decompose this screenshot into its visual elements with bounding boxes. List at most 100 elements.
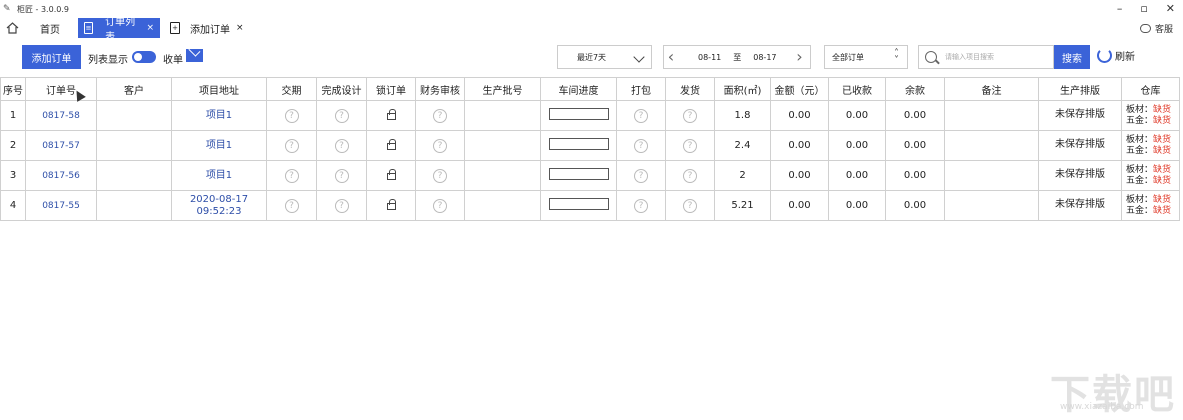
search-button[interactable]: 搜索 xyxy=(1054,45,1090,69)
question-mark-icon[interactable]: ? xyxy=(683,138,697,153)
unlock-icon[interactable] xyxy=(386,168,396,180)
search-input[interactable] xyxy=(945,53,1045,61)
table-row[interactable]: 2 0817-57 项目1 ? ? ? ? ? 2.4 0.00 0.00 0.… xyxy=(0,130,1180,161)
question-mark-icon[interactable]: ? xyxy=(683,168,697,183)
date-range-select[interactable]: 最近7天 xyxy=(557,45,652,69)
batch-number-cell xyxy=(464,160,541,191)
tab-close-icon[interactable]: × xyxy=(236,23,244,33)
shipping-status-cell: ? xyxy=(665,100,715,131)
customer-service-link[interactable]: 客服 xyxy=(1139,22,1173,35)
project-address-cell[interactable]: 项目1 xyxy=(171,100,267,131)
question-mark-icon[interactable]: ? xyxy=(634,198,648,213)
question-mark-icon[interactable]: ? xyxy=(334,138,349,153)
unlock-icon[interactable] xyxy=(386,108,396,120)
column-header[interactable]: 客户 xyxy=(96,77,172,101)
tab-close-icon[interactable]: × xyxy=(146,23,154,33)
tab-add-order[interactable]: + 添加订单 × xyxy=(164,18,250,38)
question-mark-icon[interactable]: ? xyxy=(433,198,447,213)
question-mark-icon[interactable]: ? xyxy=(433,108,447,123)
unlock-icon[interactable] xyxy=(386,138,396,150)
question-mark-icon[interactable]: ? xyxy=(634,168,648,183)
prev-date-icon[interactable]: ‹ xyxy=(664,47,678,67)
warehouse-hardware-status[interactable]: 缺货 xyxy=(1153,146,1171,156)
warehouse-board-status[interactable]: 缺货 xyxy=(1153,105,1171,115)
column-header[interactable]: 备注 xyxy=(944,77,1039,101)
column-header[interactable]: 交期 xyxy=(266,77,317,101)
table-row[interactable]: 1 0817-58 项目1 ? ? ? ? ? 1.8 0.00 0.00 0.… xyxy=(0,100,1180,131)
column-header[interactable]: 面积(㎡) xyxy=(714,77,771,101)
warehouse-hardware-status[interactable]: 缺货 xyxy=(1153,206,1171,216)
warehouse-hardware-status[interactable]: 缺货 xyxy=(1153,116,1171,126)
question-mark-icon[interactable]: ? xyxy=(334,198,349,213)
table-row[interactable]: 3 0817-56 项目1 ? ? ? ? ? 2 0.00 0.00 0.00… xyxy=(0,160,1180,191)
column-header[interactable]: 完成设计 xyxy=(316,77,367,101)
column-header[interactable]: 已收款 xyxy=(828,77,886,101)
date-range-picker[interactable]: ‹ 08-11 至 08-17 › xyxy=(663,45,811,69)
list-mode-toggle[interactable] xyxy=(132,51,156,63)
column-header[interactable]: 仓库 xyxy=(1121,77,1180,101)
column-header[interactable]: 打包 xyxy=(616,77,666,101)
question-mark-icon[interactable]: ? xyxy=(284,198,299,213)
warehouse-board-status[interactable]: 缺货 xyxy=(1153,195,1171,205)
question-mark-icon[interactable]: ? xyxy=(334,168,349,183)
question-mark-icon[interactable]: ? xyxy=(634,138,648,153)
column-header[interactable]: 车间进度 xyxy=(540,77,617,101)
order-number-link[interactable]: 0817-57 xyxy=(25,130,97,161)
project-address-cell[interactable]: 项目1 xyxy=(171,130,267,161)
date-from[interactable]: 08-11 xyxy=(698,53,721,62)
order-filter-select[interactable]: 全部订单 ˄ ˅ xyxy=(824,45,908,69)
design-status-cell: ? xyxy=(316,100,367,131)
home-icon[interactable] xyxy=(4,21,20,35)
question-mark-icon[interactable]: ? xyxy=(683,198,697,213)
minimize-button[interactable]: – xyxy=(1117,2,1123,15)
unlock-icon[interactable] xyxy=(386,198,396,210)
warehouse-board-status[interactable]: 缺货 xyxy=(1153,165,1171,175)
date-to[interactable]: 08-17 xyxy=(753,53,776,62)
project-address-cell[interactable]: 2020-08-17 09:52:23 xyxy=(171,190,267,221)
column-header[interactable]: 订单号 xyxy=(25,77,97,101)
mail-icon[interactable] xyxy=(186,49,203,62)
question-mark-icon[interactable]: ? xyxy=(334,108,349,123)
column-header[interactable]: 余款 xyxy=(885,77,945,101)
order-number-link[interactable]: 0817-56 xyxy=(25,160,97,191)
tab-order-list[interactable]: ≡ 订单列表 × xyxy=(78,17,160,43)
column-header[interactable]: 生产批号 xyxy=(464,77,541,101)
project-address-link[interactable]: 项目1 xyxy=(172,170,266,182)
project-address-link[interactable]: 项目1 xyxy=(172,110,266,122)
column-header[interactable]: 生产排版 xyxy=(1038,77,1122,101)
order-number-link[interactable]: 0817-55 xyxy=(25,190,97,221)
tab-home[interactable]: 首页 xyxy=(30,18,70,38)
production-schedule-cell[interactable]: 未保存排版 xyxy=(1038,160,1122,191)
project-address-link[interactable]: 项目1 xyxy=(172,140,266,152)
add-order-button[interactable]: 添加订单 xyxy=(22,45,81,69)
warehouse-hardware-status[interactable]: 缺货 xyxy=(1153,176,1171,186)
question-mark-icon[interactable]: ? xyxy=(634,108,648,123)
project-address-cell[interactable]: 项目1 xyxy=(171,160,267,191)
question-mark-icon[interactable]: ? xyxy=(284,108,299,123)
order-number-link[interactable]: 0817-58 xyxy=(25,100,97,131)
production-schedule-cell[interactable]: 未保存排版 xyxy=(1038,100,1122,131)
column-header[interactable]: 锁订单 xyxy=(366,77,416,101)
customer-cell xyxy=(96,100,172,131)
column-header[interactable]: 序号 xyxy=(0,77,26,101)
close-window-button[interactable]: ✕ xyxy=(1166,2,1175,15)
question-mark-icon[interactable]: ? xyxy=(433,138,447,153)
search-box[interactable] xyxy=(918,45,1054,69)
list-mode-label: 列表显示 xyxy=(88,55,128,66)
maximize-button[interactable]: ▫ xyxy=(1140,2,1147,15)
production-schedule-cell[interactable]: 未保存排版 xyxy=(1038,190,1122,221)
column-header[interactable]: 金额（元） xyxy=(770,77,829,101)
column-header[interactable]: 项目地址 xyxy=(171,77,267,101)
refresh-button[interactable]: 刷新 xyxy=(1097,48,1135,63)
production-schedule-cell[interactable]: 未保存排版 xyxy=(1038,130,1122,161)
table-row[interactable]: 4 0817-55 2020-08-17 09:52:23 ? ? ? ? ? 5… xyxy=(0,190,1180,221)
question-mark-icon[interactable]: ? xyxy=(284,168,299,183)
next-date-icon[interactable]: › xyxy=(793,47,807,67)
question-mark-icon[interactable]: ? xyxy=(433,168,447,183)
project-address-link[interactable]: 2020-08-17 xyxy=(172,194,266,206)
question-mark-icon[interactable]: ? xyxy=(284,138,299,153)
question-mark-icon[interactable]: ? xyxy=(683,108,697,123)
column-header[interactable]: 发货 xyxy=(665,77,715,101)
warehouse-board-status[interactable]: 缺货 xyxy=(1153,135,1171,145)
column-header[interactable]: 财务审核 xyxy=(415,77,465,101)
